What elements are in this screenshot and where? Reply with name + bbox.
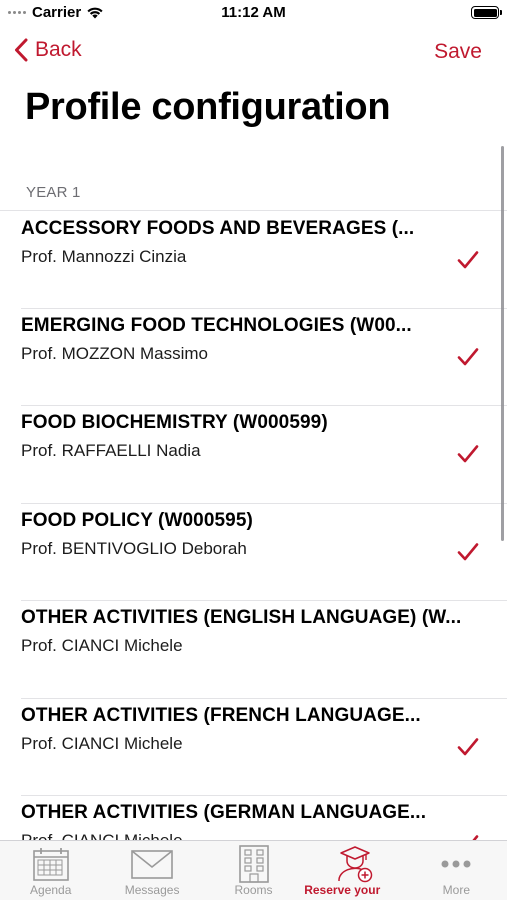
- building-icon: [238, 845, 269, 883]
- calendar-icon: [32, 848, 69, 881]
- checkmark-icon: [457, 542, 479, 560]
- course-title: ACCESSORY FOODS AND BEVERAGES (...: [21, 218, 415, 239]
- tab-label: Rooms: [234, 883, 273, 897]
- course-row[interactable]: OTHER ACTIVITIES (GERMAN LANGUAGE... Prof…: [0, 795, 507, 840]
- tab-bar: Agenda Messages Rooms Reserve your More: [0, 840, 507, 900]
- student-add-icon: [338, 846, 373, 883]
- tab-agenda[interactable]: Agenda: [0, 841, 101, 900]
- save-button[interactable]: Save: [434, 40, 482, 64]
- navigation-bar: Back Save: [0, 30, 507, 74]
- course-row[interactable]: EMERGING FOOD TECHNOLOGIES (W00... Prof. …: [0, 307, 507, 406]
- course-row[interactable]: FOOD BIOCHEMISTRY (W000599) Prof. RAFFAEL…: [0, 405, 507, 503]
- course-row[interactable]: FOOD POLICY (W000595) Prof. BENTIVOGLIO D…: [0, 502, 507, 601]
- course-title: OTHER ACTIVITIES (FRENCH LANGUAGE...: [21, 704, 421, 726]
- course-title: EMERGING FOOD TECHNOLOGIES (W00...: [21, 314, 412, 336]
- course-title: OTHER ACTIVITIES (GERMAN LANGUAGE...: [21, 802, 427, 823]
- tab-label: Agenda: [30, 883, 72, 897]
- course-title: FOOD BIOCHEMISTRY (W000599): [21, 412, 328, 433]
- tab-label: Reserve your seat: [304, 883, 381, 900]
- back-label: Back: [35, 38, 82, 61]
- checkmark-icon: [457, 251, 479, 269]
- course-title: OTHER ACTIVITIES (ENGLISH LANGUAGE) (W..…: [21, 607, 462, 628]
- checkmark-icon: [457, 347, 479, 365]
- battery-icon: [471, 6, 502, 19]
- tab-reserve-seat[interactable]: Reserve your seat: [304, 841, 405, 900]
- status-bar: Carrier 11:12 AM: [0, 0, 507, 26]
- course-professor: Prof. CIANCI Michele: [21, 636, 183, 655]
- course-professor: Prof. CIANCI Michele: [21, 733, 183, 753]
- course-row[interactable]: ACCESSORY FOODS AND BEVERAGES (... Prof. …: [0, 210, 507, 308]
- checkmark-icon: [457, 445, 479, 463]
- status-time: 11:12 AM: [221, 4, 286, 21]
- course-professor: Prof. Mannozzi Cinzia: [21, 247, 187, 266]
- course-professor: Prof. BENTIVOGLIO Deborah: [21, 538, 247, 558]
- course-row[interactable]: OTHER ACTIVITIES (ENGLISH LANGUAGE) (W..…: [0, 600, 507, 698]
- chevron-left-icon: [15, 38, 28, 62]
- tab-rooms[interactable]: Rooms: [203, 841, 304, 900]
- envelope-icon: [131, 850, 173, 879]
- course-row[interactable]: OTHER ACTIVITIES (FRENCH LANGUAGE... Prof…: [0, 697, 507, 796]
- section-header: YEAR 1: [26, 184, 81, 201]
- tab-label: Messages: [124, 883, 180, 897]
- tab-more[interactable]: More: [406, 841, 507, 900]
- course-list[interactable]: ACCESSORY FOODS AND BEVERAGES (... Prof. …: [0, 210, 507, 840]
- course-title: FOOD POLICY (W000595): [21, 509, 253, 531]
- course-professor: Prof. RAFFAELLI Nadia: [21, 441, 201, 460]
- more-icon: [441, 860, 471, 868]
- checkmark-icon: [457, 737, 479, 755]
- course-professor: Prof. CIANCI Michele: [21, 831, 183, 840]
- course-professor: Prof. MOZZON Massimo: [21, 343, 209, 363]
- tab-label: More: [442, 883, 470, 897]
- scroll-indicator[interactable]: [501, 146, 504, 541]
- page-title: Profile configuration: [25, 86, 391, 128]
- back-button[interactable]: Back: [14, 38, 82, 62]
- tab-messages[interactable]: Messages: [101, 841, 202, 900]
